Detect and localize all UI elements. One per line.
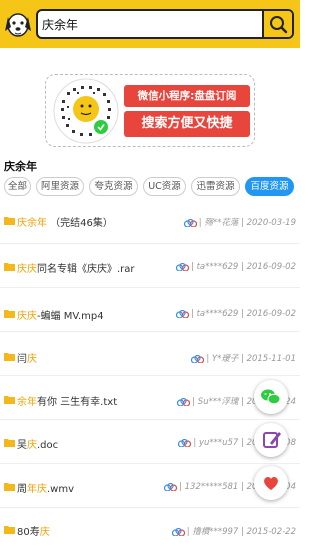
cloud-icon: [164, 482, 178, 491]
cloud-icon: [176, 262, 189, 271]
result-meta: | ta****629 | 2016-09-02: [176, 262, 296, 272]
result-meta: | ta****629 | 2016-09-02: [176, 309, 296, 319]
search-icon: [270, 16, 288, 34]
result-title: 庆庆同名专辑《庆庆》.rar: [17, 264, 135, 275]
folder-icon: [4, 396, 15, 404]
edit-button[interactable]: [254, 423, 288, 457]
cloud-icon: [176, 309, 189, 318]
result-meta: | 殇**花落 | 2020-03-19: [183, 216, 296, 228]
result-title: 吴庆.doc: [17, 440, 59, 451]
tab-uc[interactable]: UC资源: [143, 177, 186, 196]
tab-baidu[interactable]: 百度资源: [245, 177, 294, 196]
result-title: 余年有你 三生有幸.txt: [17, 397, 118, 408]
folder-icon: [4, 217, 15, 225]
folder-icon: [4, 353, 15, 361]
miniprogram-qr-code: [53, 78, 119, 144]
cloud-icon: [171, 527, 185, 536]
tab-quark[interactable]: 夸克资源: [89, 177, 138, 196]
search-box: [36, 9, 294, 39]
result-title: 庆余年 （完结46集）: [17, 218, 113, 229]
source-tabs: 全部 阿里资源 夸克资源 UC资源 迅雷资源 百度资源: [4, 177, 300, 199]
cloud-icon: [183, 218, 197, 227]
tab-aliyun[interactable]: 阿里资源: [36, 177, 84, 196]
banner-slogan: 搜索方便又快捷: [124, 111, 250, 137]
dog-logo-icon[interactable]: [3, 7, 33, 41]
search-input[interactable]: [42, 11, 262, 37]
result-meta: | 撸檟***997 | 2015-02-22: [171, 525, 296, 537]
heart-icon: [264, 477, 278, 490]
wechat-icon: [261, 389, 281, 405]
search-button[interactable]: [262, 11, 292, 37]
list-item[interactable]: 庆庆-蝙蝠 MV.mp4 | ta****629 | 2016-09-02: [0, 288, 300, 332]
header: [0, 0, 300, 48]
banner-title: 微信小程序:盘盘订阅: [124, 85, 250, 107]
list-item[interactable]: 庆余年 （完结46集） | 殇**花落 | 2020-03-19: [0, 200, 300, 244]
result-title: 庆庆-蝙蝠 MV.mp4: [17, 311, 104, 322]
list-item[interactable]: 闫庆 | Y*瑷子 | 2015-11-01: [0, 332, 300, 376]
edit-icon: [263, 432, 281, 448]
result-title: 80寿庆: [17, 527, 50, 538]
wechat-share-button[interactable]: [254, 380, 288, 414]
tab-all[interactable]: 全部: [4, 177, 31, 196]
result-title: 闫庆: [17, 354, 37, 365]
folder-icon: [4, 439, 15, 447]
cloud-icon: [178, 438, 192, 447]
list-item[interactable]: 80寿庆 | 撸檟***997 | 2015-02-22: [0, 508, 300, 552]
folder-icon: [4, 483, 15, 491]
result-meta: | Y*瑷子 | 2015-11-01: [191, 352, 296, 364]
result-title: 周年庆.wmv: [17, 484, 75, 495]
keyword-title: 庆余年: [4, 160, 37, 173]
cloud-icon: [177, 397, 191, 406]
miniprogram-banner[interactable]: 微信小程序:盘盘订阅 搜索方便又快捷: [45, 74, 255, 147]
cloud-icon: [191, 354, 205, 363]
folder-icon: [4, 310, 15, 318]
tab-xunlei[interactable]: 迅雷资源: [191, 177, 240, 196]
favorite-button[interactable]: [254, 466, 288, 500]
folder-icon: [4, 526, 15, 534]
folder-icon: [4, 263, 15, 271]
list-item[interactable]: 庆庆同名专辑《庆庆》.rar | ta****629 | 2016-09-02: [0, 244, 300, 288]
